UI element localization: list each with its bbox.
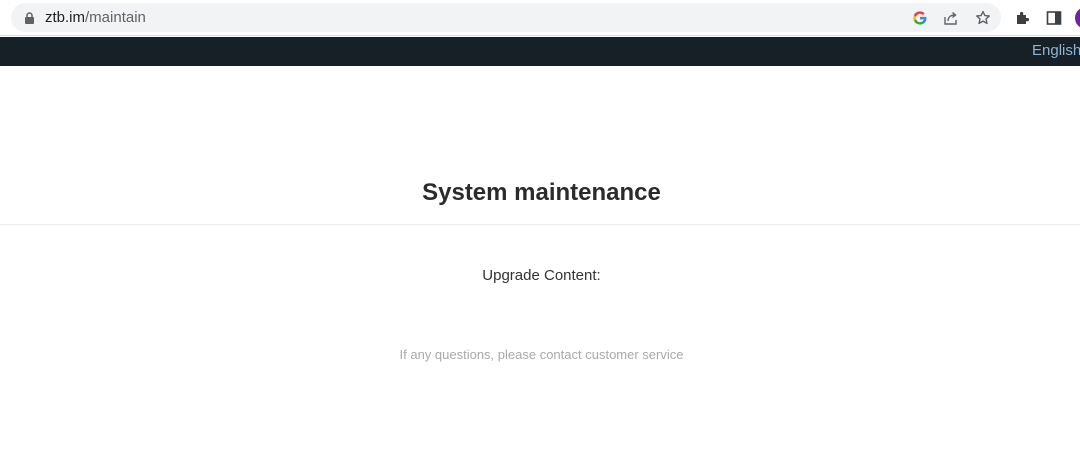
language-switcher[interactable]: English xyxy=(1032,42,1080,60)
lock-icon[interactable] xyxy=(24,12,35,24)
divider xyxy=(0,224,1080,225)
site-header: English xyxy=(0,37,1080,66)
contact-note: If any questions, please contact custome… xyxy=(399,347,684,362)
url-text[interactable]: ztb.im/maintain xyxy=(45,9,146,27)
url-host: ztb.im xyxy=(45,9,86,26)
bookmark-star-icon[interactable] xyxy=(975,10,991,26)
page-title: System maintenance xyxy=(422,179,661,206)
upgrade-content-label: Upgrade Content: xyxy=(482,267,601,284)
share-icon[interactable] xyxy=(943,10,959,26)
url-path: /maintain xyxy=(85,9,146,26)
google-icon[interactable] xyxy=(912,10,928,26)
profile-avatar[interactable] xyxy=(1075,7,1080,29)
extensions-icon[interactable] xyxy=(1015,10,1031,26)
side-panel-icon[interactable] xyxy=(1046,10,1062,26)
browser-toolbar: ztb.im/maintain xyxy=(0,0,1080,36)
address-bar[interactable]: ztb.im/maintain xyxy=(11,3,1001,32)
